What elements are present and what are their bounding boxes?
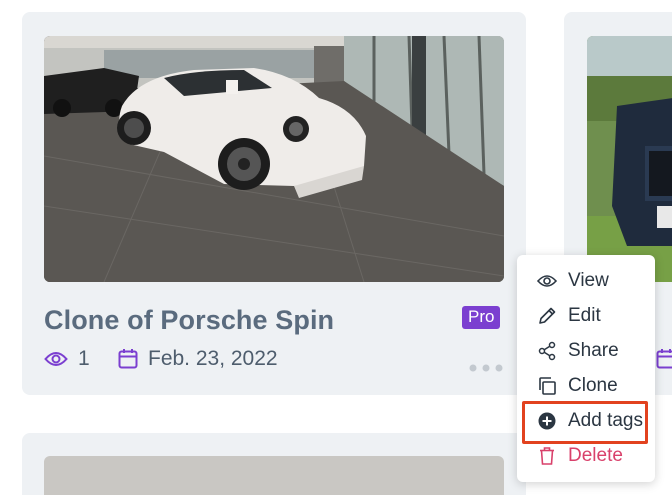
copy-icon	[536, 375, 558, 397]
calendar-icon	[118, 349, 138, 369]
menu-item-label: Delete	[568, 445, 623, 466]
pencil-icon	[536, 305, 558, 327]
menu-item-label: View	[568, 270, 609, 291]
view-count-value: 1	[78, 347, 90, 370]
created-date: Feb. 23, 2022	[118, 345, 278, 373]
spin-thumbnail[interactable]	[44, 36, 504, 282]
menu-item-label: Clone	[568, 375, 618, 396]
created-date-value: Feb. 23, 2022	[148, 347, 278, 370]
eye-icon	[536, 270, 558, 292]
menu-item-view[interactable]: View	[517, 264, 655, 298]
menu-item-edit[interactable]: Edit	[517, 299, 655, 333]
calendar-icon	[656, 349, 672, 369]
spin-gallery: Clone of Porsche Spin Pro 1 Feb. 23, 202…	[0, 0, 672, 495]
menu-item-label: Share	[568, 340, 619, 361]
more-options-icon[interactable]	[466, 361, 506, 375]
menu-item-label: Edit	[568, 305, 601, 326]
plus-circle-icon	[536, 410, 558, 432]
card-context-menu: View Edit Share Clone Add tags Delete	[517, 255, 655, 482]
pro-badge: Pro	[462, 306, 501, 329]
menu-item-label: Add tags	[568, 410, 643, 431]
menu-item-share[interactable]: Share	[517, 334, 655, 368]
trash-icon	[536, 445, 558, 467]
view-count: 1	[44, 345, 90, 373]
menu-item-add-tags[interactable]: Add tags	[517, 404, 655, 438]
spin-card[interactable]: Clone of Porsche Spin Pro 1 Feb. 23, 202…	[22, 12, 526, 395]
card-title[interactable]: Clone of Porsche Spin	[44, 305, 334, 336]
spin-thumbnail-next[interactable]	[587, 36, 672, 282]
spin-card-below[interactable]	[22, 433, 526, 495]
menu-item-delete[interactable]: Delete	[517, 439, 655, 473]
spin-thumbnail-below[interactable]	[44, 456, 504, 495]
porsche-showroom-image	[44, 36, 504, 282]
eye-icon	[44, 352, 68, 366]
truck-image	[587, 36, 672, 282]
menu-item-clone[interactable]: Clone	[517, 369, 655, 403]
share-icon	[536, 340, 558, 362]
